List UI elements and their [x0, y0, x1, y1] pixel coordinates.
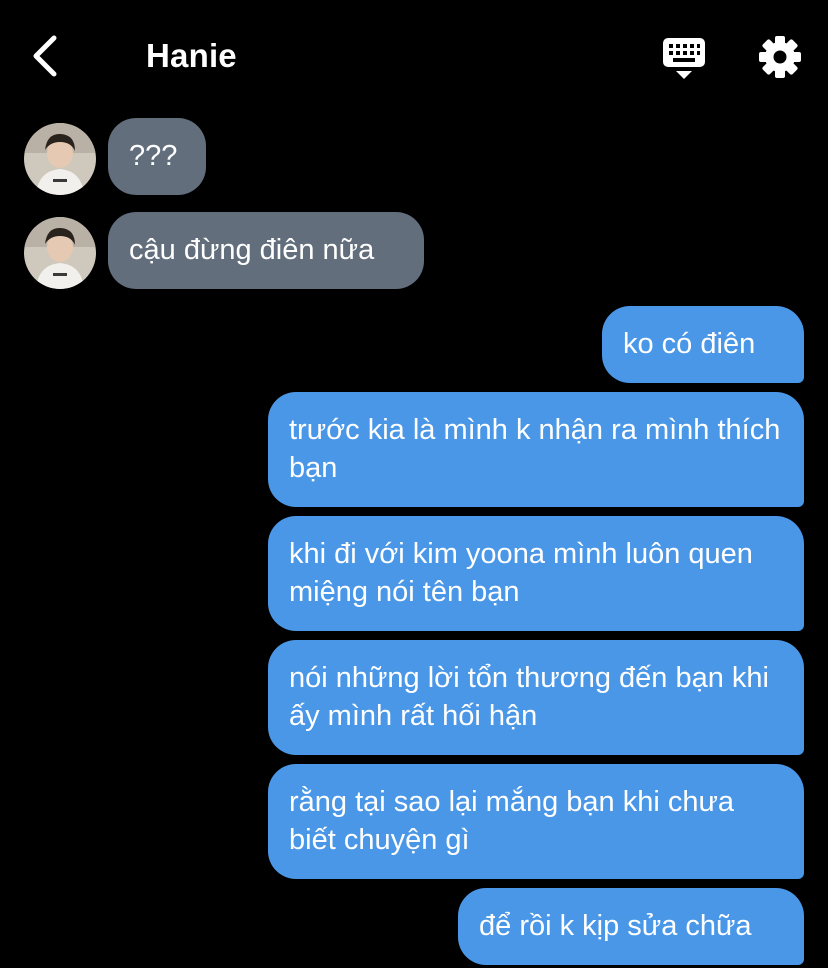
avatar[interactable]: [24, 123, 96, 195]
settings-button[interactable]: [758, 35, 802, 79]
keyboard-icon: [663, 38, 705, 79]
outgoing-message[interactable]: rằng tại sao lại mắng bạn khi chưa biết …: [268, 764, 804, 879]
incoming-message[interactable]: cậu đừng điên nữa: [108, 212, 424, 289]
keyboard-button[interactable]: [660, 36, 708, 80]
back-button[interactable]: [26, 34, 66, 78]
avatar[interactable]: [24, 217, 96, 289]
contact-name[interactable]: Hanie: [146, 37, 237, 75]
outgoing-message[interactable]: nói những lời tổn thương đến bạn khi ấy …: [268, 640, 804, 755]
chat-header: Hanie: [0, 0, 828, 112]
chevron-left-icon: [33, 35, 57, 77]
outgoing-message[interactable]: khi đi với kim yoona mình luôn quen miện…: [268, 516, 804, 631]
avatar-photo: [24, 217, 96, 289]
outgoing-message[interactable]: trước kia là mình k nhận ra mình thích b…: [268, 392, 804, 507]
gear-icon: [759, 36, 801, 78]
outgoing-message[interactable]: để rồi k kịp sửa chữa: [458, 888, 804, 965]
avatar-photo: [24, 123, 96, 195]
outgoing-message[interactable]: ko có điên: [602, 306, 804, 383]
incoming-message[interactable]: ???: [108, 118, 206, 195]
